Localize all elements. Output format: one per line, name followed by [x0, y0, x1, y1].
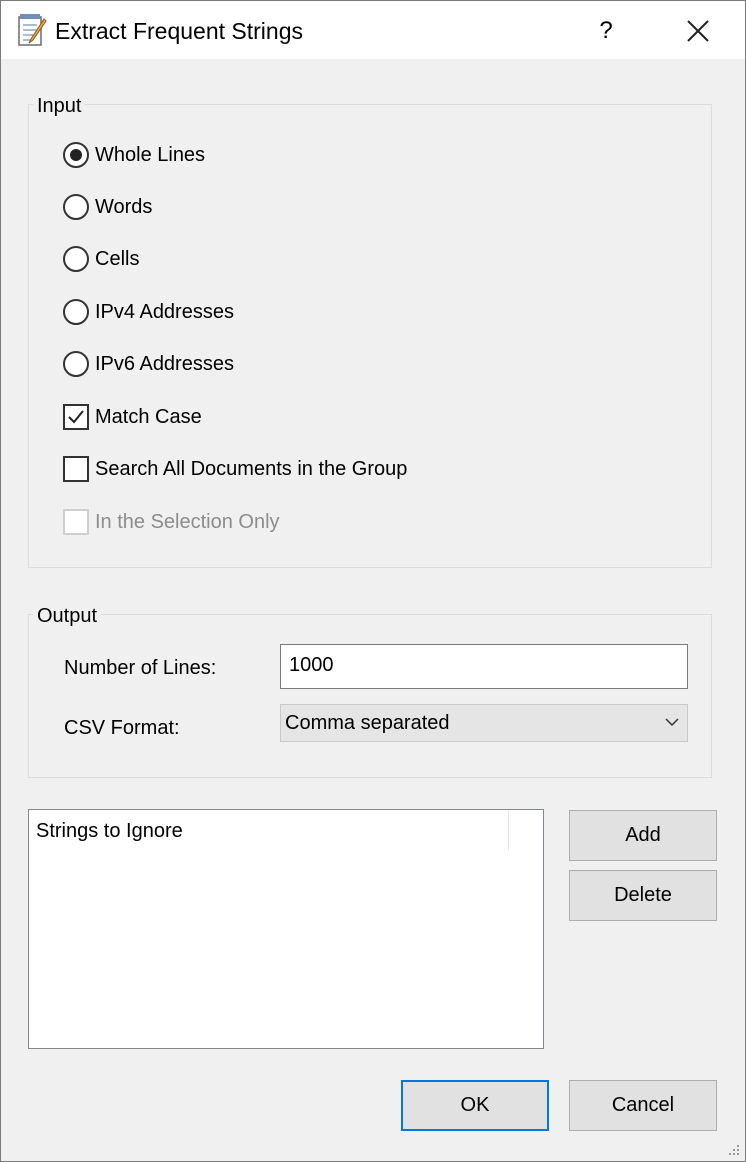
title-bar[interactable]: Extract Frequent Strings ? — [1, 1, 745, 59]
csv-format-value: Comma separated — [285, 712, 450, 734]
option-search-all-documents[interactable]: Search All Documents in the Group — [63, 454, 407, 484]
radio-ipv4[interactable] — [63, 299, 89, 325]
notepad-icon — [18, 14, 47, 46]
checkbox-selection-only — [63, 509, 89, 535]
radio-ipv6[interactable] — [63, 351, 89, 377]
option-match-case[interactable]: Match Case — [63, 402, 202, 432]
number-of-lines-input[interactable]: 1000 — [280, 644, 688, 689]
option-ipv6[interactable]: IPv6 Addresses — [63, 349, 234, 379]
close-icon[interactable] — [677, 11, 719, 51]
cancel-button[interactable]: Cancel — [569, 1080, 717, 1131]
option-cells[interactable]: Cells — [63, 244, 139, 274]
radio-words[interactable] — [63, 194, 89, 220]
checkbox-match-case[interactable] — [63, 404, 89, 430]
csv-format-select[interactable]: Comma separated — [280, 704, 688, 742]
list-header-label: Strings to Ignore — [36, 820, 183, 842]
number-of-lines-label: Number of Lines: — [64, 657, 217, 679]
help-button[interactable]: ? — [583, 9, 629, 53]
output-group-label: Output — [33, 604, 102, 628]
checkmark-icon — [68, 410, 84, 424]
extract-frequent-strings-dialog: Extract Frequent Strings ? Input Whole L… — [0, 0, 746, 1162]
input-group-label: Input — [33, 94, 86, 118]
chevron-down-icon — [665, 718, 679, 727]
input-group — [28, 104, 712, 568]
radio-whole-lines[interactable] — [63, 142, 89, 168]
csv-format-label: CSV Format: — [64, 717, 180, 739]
resize-grip-icon[interactable] — [727, 1143, 741, 1157]
add-button[interactable]: Add — [569, 810, 717, 861]
output-group — [28, 614, 712, 778]
list-column-header[interactable]: Strings to Ignore — [29, 810, 509, 850]
checkbox-search-all-documents[interactable] — [63, 456, 89, 482]
option-selection-only: In the Selection Only — [63, 507, 280, 537]
radio-cells[interactable] — [63, 246, 89, 272]
option-words[interactable]: Words — [63, 192, 152, 222]
window-title: Extract Frequent Strings — [55, 18, 303, 44]
option-ipv4[interactable]: IPv4 Addresses — [63, 297, 234, 327]
option-whole-lines[interactable]: Whole Lines — [63, 140, 205, 170]
strings-to-ignore-list[interactable]: Strings to Ignore — [28, 809, 544, 1049]
delete-button[interactable]: Delete — [569, 870, 717, 921]
ok-button[interactable]: OK — [401, 1080, 549, 1131]
